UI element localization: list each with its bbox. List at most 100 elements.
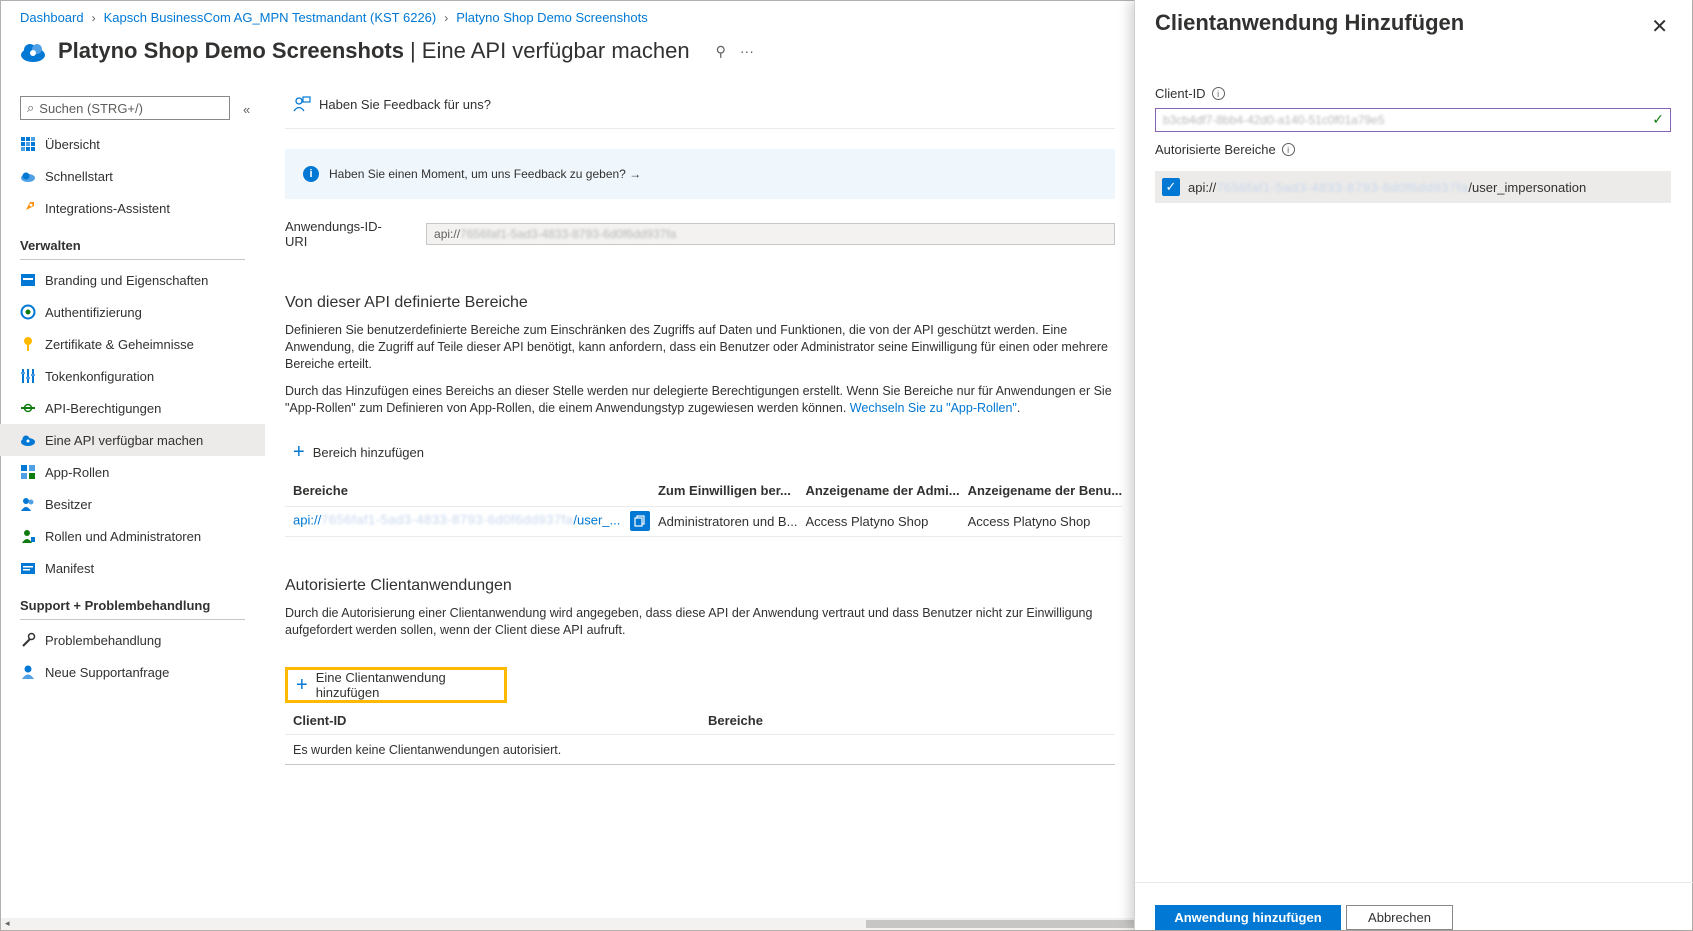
sidebar-item-support-request[interactable]: Neue Supportanfrage [0, 656, 265, 688]
feedback-icon [293, 96, 311, 112]
feedback-info-bar[interactable]: i Haben Sie einen Moment, um uns Feedbac… [285, 149, 1115, 199]
pin-icon[interactable]: ⚲ [716, 43, 726, 60]
column-header[interactable]: Bereiche [700, 706, 1115, 735]
sidebar-item-app-roles[interactable]: App-Rollen [0, 456, 265, 488]
panel-title: Clientanwendung Hinzufügen [1155, 10, 1465, 35]
feedback-label: Haben Sie Feedback für uns? [319, 96, 491, 112]
divider [285, 128, 1115, 129]
sidebar-item-manifest[interactable]: Manifest [0, 552, 265, 584]
column-header[interactable]: Bereiche [285, 476, 650, 507]
client-id-input[interactable]: b3cb4df7-8bb4-42d0-a140-51c0f01a79e5 ✓ [1155, 108, 1671, 132]
app-id-uri-field[interactable]: api:// 7656faf1-5ad3-4833-8793-6d0f6dd93… [426, 223, 1115, 245]
admin-display-name-cell: Access Platyno Shop [797, 506, 960, 537]
scope-link[interactable]: api://7656faf1-5ad3-4833-8793-6d0f6dd937… [293, 512, 620, 527]
uri-prefix: api:// [434, 227, 461, 241]
scrollbar-thumb[interactable] [866, 920, 1136, 928]
column-header[interactable]: Client-ID [285, 706, 700, 735]
add-application-button[interactable]: Anwendung hinzufügen [1155, 905, 1341, 930]
user-display-name-cell: Access Platyno Shop [959, 506, 1123, 537]
add-scope-button[interactable]: + Bereich hinzufügen [285, 440, 1115, 464]
auth-icon [20, 304, 36, 320]
sidebar-item-label: App-Rollen [45, 464, 110, 480]
divider [20, 619, 245, 620]
sidebar-item-troubleshooting[interactable]: Problembehandlung [0, 624, 265, 656]
scroll-left-icon[interactable]: ◂ [5, 918, 10, 929]
sidebar-item-label: Neue Supportanfrage [45, 664, 170, 680]
chevron-right-icon: › [444, 10, 449, 25]
sidebar-item-integration[interactable]: Integrations-Assistent [0, 192, 265, 224]
column-header[interactable]: Zum Einwilligen ber... [649, 476, 798, 507]
sidebar-item-label: Manifest [45, 560, 95, 576]
nav-section-manage: Verwalten [20, 238, 81, 253]
app-id-uri-label: Anwendungs-ID-URI [285, 219, 382, 249]
clients-table: Client-ID Bereiche Es wurden keine Clien… [285, 706, 1115, 765]
sidebar-item-label: Tokenkonfiguration [45, 368, 155, 384]
sidebar-item-api-permissions[interactable]: API-Berechtigungen [0, 392, 265, 424]
sidebar-item-label: Branding und Eigenschaften [45, 272, 209, 288]
horizontal-scrollbar[interactable]: ◂ [1, 918, 1136, 930]
scope-suffix: /user_... [573, 512, 621, 528]
manifest-icon [21, 563, 35, 574]
search-input[interactable]: ⌕ Suchen (STRG+/) [20, 96, 230, 120]
info-icon: i [303, 166, 319, 182]
sidebar-item-certificates[interactable]: Zertifikate & Geheimnisse [0, 328, 265, 360]
app-id-uri-row: Anwendungs-ID-URI api:// 7656faf1-5ad3-4… [285, 219, 1115, 249]
owners-icon [21, 498, 34, 511]
info-icon[interactable]: i [1281, 143, 1295, 156]
branding-icon [21, 274, 35, 286]
clients-description: Durch die Autorisierung einer Clientanwe… [285, 605, 1093, 637]
sidebar-item-token-config[interactable]: Tokenkonfiguration [0, 360, 265, 392]
table-header-row: Client-ID Bereiche [285, 706, 1115, 735]
add-client-label: Eine Clientanwendung hinzufügen [315, 669, 446, 700]
sidebar-item-quickstart[interactable]: Schnellstart [0, 160, 265, 192]
copy-icon[interactable] [629, 511, 650, 531]
info-icon[interactable]: i [1211, 87, 1225, 100]
checkmark-icon: ✓ [1652, 111, 1664, 127]
cloud-icon [21, 172, 35, 182]
sidebar: ⌕ Suchen (STRG+/) « Übersicht Schnellsta… [0, 96, 265, 688]
scope-cell: api://7656faf1-5ad3-4833-8793-6d0f6dd937… [285, 506, 650, 537]
add-client-app-button[interactable]: + Eine Clientanwendung hinzufügen [285, 666, 507, 703]
main-content: Haben Sie Feedback für uns? i Haben Sie … [285, 92, 1123, 765]
close-icon[interactable]: ✕ [1651, 14, 1668, 39]
sidebar-item-overview[interactable]: Übersicht [0, 128, 265, 160]
sidebar-item-authentication[interactable]: Authentifizierung [0, 296, 265, 328]
nav-manage: Branding und Eigenschaften Authentifizie… [0, 264, 265, 584]
info-bar-text: Haben Sie einen Moment, um uns Feedback … [329, 167, 642, 181]
grid-icon [21, 137, 35, 151]
search-icon: ⌕ [27, 100, 35, 115]
sidebar-item-owners[interactable]: Besitzer [0, 488, 265, 520]
scopes-label: Autorisierte Bereiche i [1155, 142, 1295, 157]
column-header[interactable]: Anzeigename der Benu... [959, 476, 1123, 507]
page-subtitle: | Eine API verfügbar machen [409, 38, 690, 63]
sidebar-item-label: Übersicht [45, 136, 100, 152]
sidebar-item-branding[interactable]: Branding und Eigenschaften [0, 264, 265, 296]
sidebar-item-expose-api[interactable]: Eine API verfügbar machen [0, 424, 265, 456]
app-roles-link[interactable]: Wechseln Sie zu "App-Rollen" [850, 401, 1017, 415]
sidebar-item-roles-admins[interactable]: Rollen und Administratoren [0, 520, 265, 552]
scope-checkbox-row[interactable]: ✓ api://7656faf1-5ad3-4833-8793-6d0f6dd9… [1155, 171, 1671, 203]
feedback-link[interactable]: Haben Sie Feedback für uns? [285, 92, 1115, 116]
page-title: Platyno Shop Demo Screenshots [58, 38, 404, 63]
collapse-sidebar-icon[interactable]: « [243, 102, 250, 117]
cancel-button[interactable]: Abbrechen [1346, 905, 1453, 930]
scope-redacted: 7656faf1-5ad3-4833-8793-6d0f6dd937fa [1216, 179, 1469, 195]
client-id-label-text: Client-ID [1155, 86, 1206, 101]
breadcrumb-tenant[interactable]: Kapsch BusinessCom AG_MPN Testmandant (K… [104, 10, 437, 25]
scope-prefix: api:// [293, 512, 322, 528]
breadcrumb-app[interactable]: Platyno Shop Demo Screenshots [456, 10, 648, 25]
token-icon [21, 369, 35, 383]
scopes-section-title: Von dieser API definierte Bereiche [285, 294, 528, 311]
column-header[interactable]: Anzeigename der Admi... [797, 476, 960, 507]
support-icon [22, 665, 34, 679]
search-placeholder: Suchen (STRG+/) [39, 100, 143, 116]
add-scope-label: Bereich hinzufügen [312, 444, 424, 460]
uri-value-redacted: 7656faf1-5ad3-4833-8793-6d0f6dd937fa [460, 227, 677, 241]
wrench-icon [22, 632, 36, 647]
checkbox-checked-icon[interactable]: ✓ [1162, 178, 1180, 196]
clients-section-title: Autorisierte Clientanwendungen [285, 576, 512, 594]
cloud-api-icon [21, 435, 35, 446]
more-options-icon[interactable]: ··· [740, 43, 754, 60]
breadcrumb-dashboard[interactable]: Dashboard [20, 10, 84, 25]
scopes-table: Bereiche Zum Einwilligen ber... Anzeigen… [285, 476, 1123, 537]
